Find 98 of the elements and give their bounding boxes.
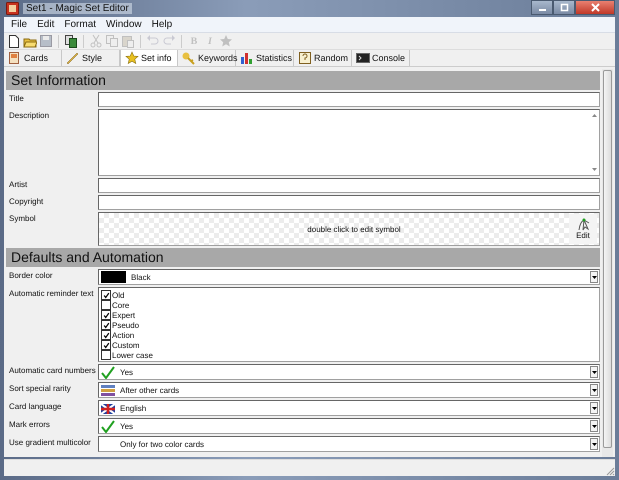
field-label: Card language [8,401,62,413]
checkbox[interactable] [101,350,111,360]
check-icon [101,366,115,378]
dropdown-value: Yes [119,368,134,376]
question-icon [298,51,312,65]
checkbox-label: Expert [112,310,136,320]
symbol-hint: double click to edit symbol [306,224,402,234]
input-field[interactable] [98,178,600,193]
close-button[interactable] [575,0,615,15]
tab[interactable]: Random [294,50,352,66]
up-arrow-icon[interactable] [592,114,596,117]
menu-item[interactable]: Edit [32,19,60,30]
checkbox[interactable] [101,340,111,350]
resize-grip-icon[interactable] [606,467,615,476]
checkbox[interactable] [101,320,111,330]
paste-icon [121,34,135,48]
field-label: Mark errors [8,419,51,431]
dropdown-value: Yes [119,422,134,430]
field-label: Copyright [8,196,44,208]
checkbox[interactable] [101,310,111,320]
dropdown-button[interactable] [590,366,598,378]
window-title: Set1 - Magic Set Editor [23,3,132,14]
minimize-button[interactable] [531,0,553,15]
copy-icon [105,34,119,48]
checkbox-label: Core [112,300,130,310]
dropdown-button[interactable] [590,438,598,450]
dropdown[interactable]: Yes [98,364,600,380]
field-label: Automatic reminder text [8,288,94,300]
down-arrow-icon[interactable] [592,168,596,171]
menu-item[interactable]: Format [59,19,102,30]
field-label: Description [8,110,50,122]
caret-icon [592,370,596,374]
field-label: Symbol [8,213,37,225]
dropdown[interactable]: Yes [98,418,600,434]
input-field[interactable] [98,92,600,107]
tab[interactable]: Keywords [178,50,236,66]
dropdown-button[interactable] [590,384,598,396]
caret-icon [592,406,596,410]
tab[interactable]: Statistics [236,50,294,66]
color-name: Black [130,272,152,282]
checkbox[interactable] [101,330,111,340]
close-icon [590,3,600,12]
dropdown[interactable]: After other cards [98,382,600,398]
field-label: Use gradient multicolor [8,437,92,449]
edit-button[interactable]: Edit [569,214,597,244]
checkbox-label: Old [112,290,124,300]
scrollbar[interactable] [602,69,613,457]
save-icon [39,34,53,48]
key-icon [182,51,196,65]
caret-icon [592,276,596,278]
maximize-button[interactable] [553,0,575,15]
checkbox-label: Action [112,330,134,340]
field-label: Sort special rarity [8,383,72,395]
caret-icon [592,388,596,392]
dropdown-value: Only for two color cards [119,440,206,448]
checkbox[interactable] [101,300,111,310]
section-header: Set Information [6,71,600,90]
tab[interactable]: Set info [120,50,178,66]
maximize-icon [560,3,568,12]
star-icon [125,51,139,65]
tab[interactable]: Cards [4,50,62,66]
caret-icon [592,424,596,428]
menu-item[interactable]: Help [146,19,178,30]
checkbox[interactable] [101,290,111,300]
symbol-field[interactable]: double click to edit symbol Edit [98,212,600,246]
input-field[interactable] [98,195,600,210]
cut-icon [89,34,103,48]
check-icon [101,420,115,432]
dropdown[interactable]: Only for two color cards [98,436,600,452]
dropdown-button[interactable] [590,271,598,283]
field-label: Automatic card numbers [8,365,96,377]
dropdown-button[interactable] [590,420,598,432]
section-header: Defaults and Automation [6,248,600,267]
checkbox-label: Custom [112,340,140,350]
dropdown-value: English [119,404,148,412]
list-icon [101,384,115,396]
terminal-icon [356,51,370,65]
dropdown-value: After other cards [119,386,180,394]
menu-item[interactable]: Window [101,19,147,30]
flag-icon [101,402,115,414]
menu-item[interactable]: File [6,19,32,30]
text-area[interactable] [98,109,600,176]
color-dropdown[interactable]: Black [98,269,600,285]
checkbox-label: Lower case [112,350,153,360]
star-icon [219,34,233,48]
caret-icon [592,442,596,446]
card-icon [8,51,22,65]
checkbox-label: Pseudo [112,320,140,330]
tab[interactable]: Console [352,50,410,66]
dropdown-button[interactable] [590,402,598,414]
app-icon [6,2,19,15]
field-label: Title [8,93,25,105]
field-label: Border color [8,270,54,282]
pen-cursor-icon [576,218,590,231]
field-label: Artist [8,179,28,191]
dropdown[interactable]: English [98,400,600,416]
bar-chart-icon [240,51,254,65]
toolbar-button[interactable] [63,34,79,48]
